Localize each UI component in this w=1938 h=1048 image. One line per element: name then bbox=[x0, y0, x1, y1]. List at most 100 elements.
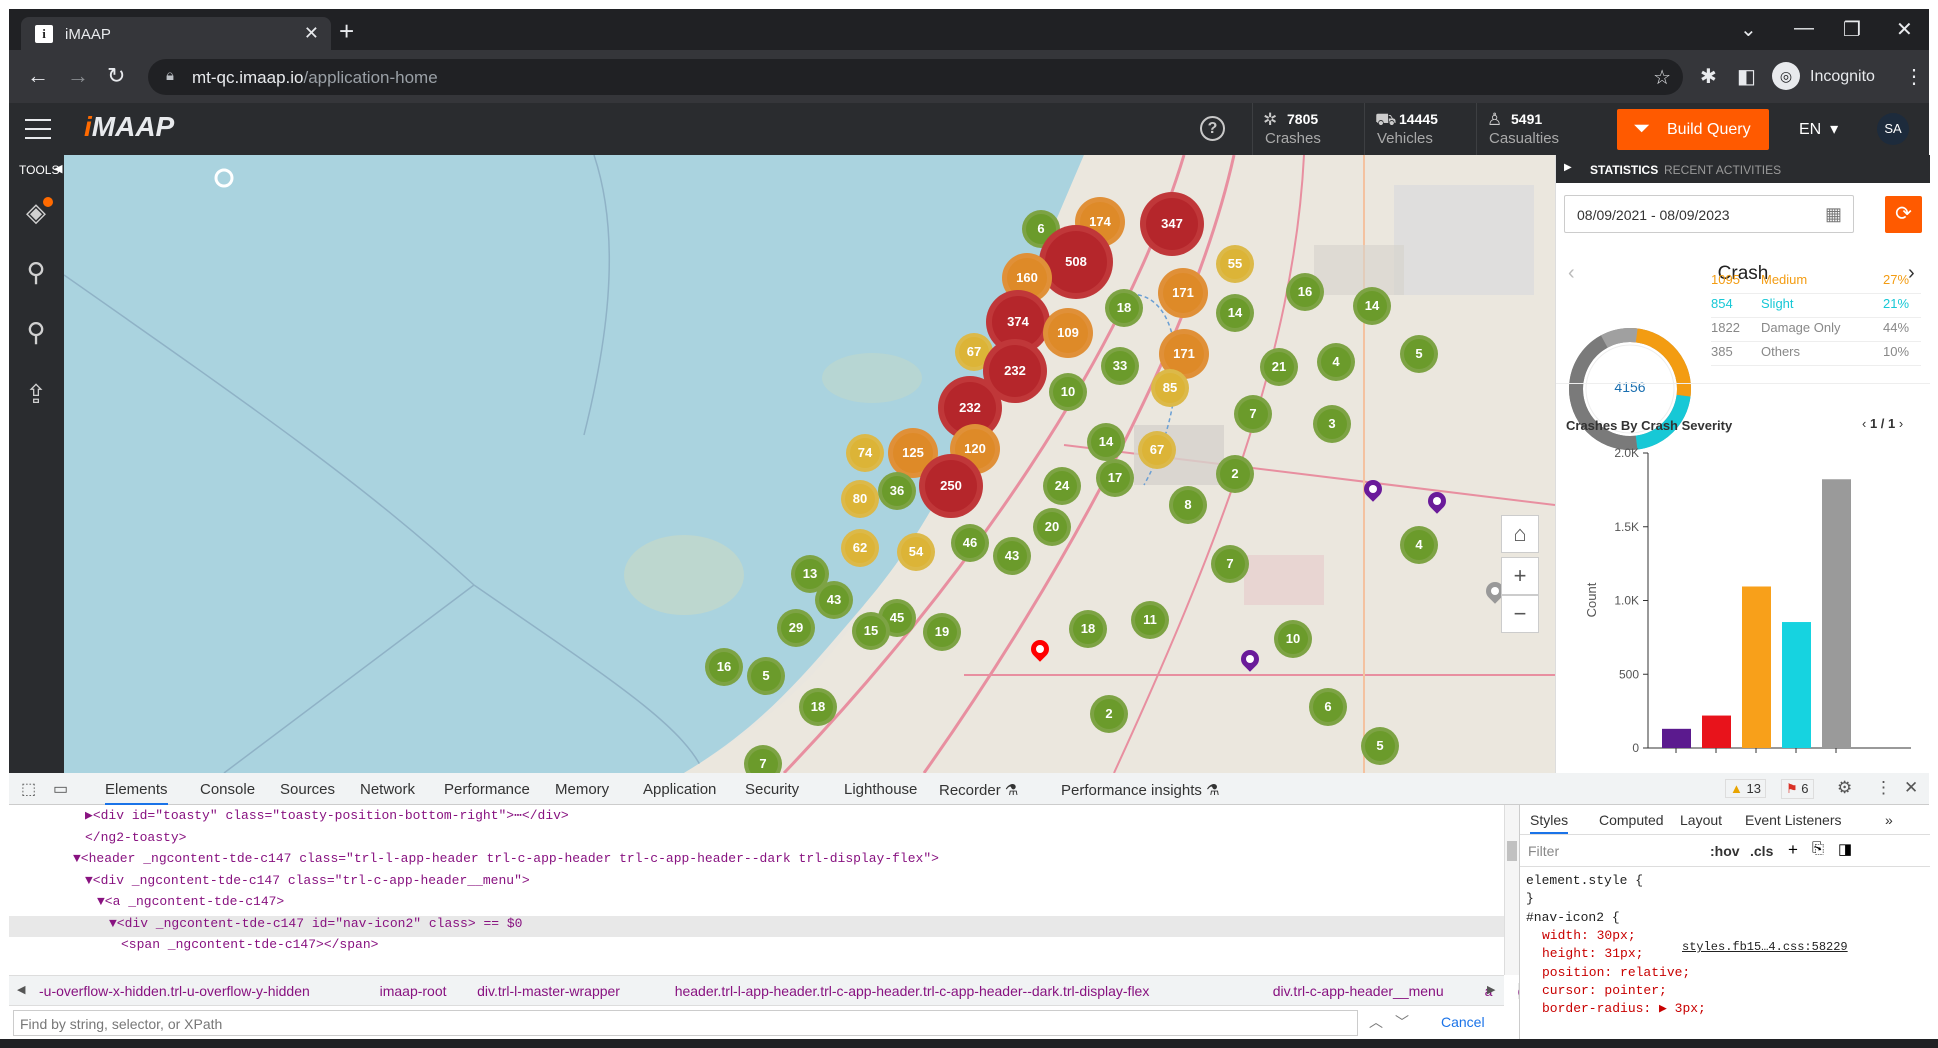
hamburger-menu-icon[interactable] bbox=[25, 119, 51, 139]
dom-node[interactable]: ▼<a _ngcontent-tde-c147> bbox=[9, 894, 1504, 916]
dom-node[interactable]: ▶<div id="toasty" class="toasty-position… bbox=[9, 808, 1504, 830]
build-query-button[interactable]: ⏷ Build Query bbox=[1617, 109, 1769, 150]
styles-tab[interactable]: Layout bbox=[1680, 812, 1722, 828]
hover-toggle[interactable]: :hov bbox=[1710, 843, 1740, 859]
measure-icon[interactable]: ⚲ bbox=[21, 257, 51, 288]
crash-cluster[interactable]: 2 bbox=[1090, 695, 1128, 733]
style-line[interactable]: cursor: pointer; bbox=[1542, 983, 1667, 998]
crash-cluster[interactable]: 14 bbox=[1216, 294, 1254, 332]
find-input[interactable]: Find by string, selector, or XPath bbox=[13, 1010, 1358, 1036]
crash-cluster[interactable]: 6 bbox=[1309, 688, 1347, 726]
restore-button[interactable]: ❐ bbox=[1843, 17, 1861, 42]
crash-cluster[interactable]: 33 bbox=[1101, 347, 1139, 385]
error-counter[interactable]: ⚑ 6 bbox=[1781, 779, 1814, 799]
crash-cluster[interactable]: 21 bbox=[1260, 348, 1298, 386]
reload-button[interactable]: ↻ bbox=[107, 63, 125, 89]
crash-cluster[interactable]: 8 bbox=[1169, 486, 1207, 524]
crash-cluster[interactable]: 3 bbox=[1313, 405, 1351, 443]
crash-cluster[interactable]: 7 bbox=[1211, 545, 1249, 583]
style-line[interactable]: element.style { bbox=[1526, 873, 1643, 888]
breadcrumb-item[interactable]: div.trl-l-master-wrapper bbox=[477, 983, 620, 999]
devtools-tab[interactable]: Performance bbox=[444, 781, 530, 798]
crash-cluster[interactable]: 171 bbox=[1158, 268, 1208, 318]
crash-cluster[interactable]: 18 bbox=[1069, 610, 1107, 648]
crash-cluster[interactable]: 67 bbox=[1138, 431, 1176, 469]
browser-menu-icon[interactable]: ⋮ bbox=[1904, 64, 1924, 89]
minimize-button[interactable]: — bbox=[1794, 17, 1814, 40]
warning-counter[interactable]: ▲ 13 bbox=[1725, 779, 1766, 798]
devtools-tab[interactable]: Network bbox=[360, 781, 415, 798]
export-icon[interactable]: ⇪ bbox=[21, 379, 51, 410]
device-toolbar-icon[interactable]: ▭ bbox=[53, 779, 68, 799]
breadcrumb-item[interactable]: header.trl-l-app-header.trl-c-app-header… bbox=[675, 983, 1150, 999]
help-icon[interactable]: ? bbox=[1200, 116, 1225, 141]
dom-scrollbar[interactable] bbox=[1504, 805, 1519, 975]
date-range-input[interactable]: 08/09/2021 - 08/09/2023 ▦ bbox=[1564, 195, 1854, 233]
crash-cluster[interactable]: 85 bbox=[1151, 369, 1189, 407]
breadcrumb-item[interactable]: div.trl-c-app-header__menu bbox=[1273, 983, 1444, 999]
layers-icon[interactable]: ◈ bbox=[21, 197, 53, 228]
zoom-out-button[interactable]: − bbox=[1501, 595, 1539, 633]
style-source-link[interactable]: styles.fb15…4.css:58229 bbox=[1682, 940, 1848, 954]
dom-tree[interactable]: ▶<div id="toasty" class="toasty-position… bbox=[9, 805, 1504, 974]
crash-cluster[interactable]: 10 bbox=[1274, 620, 1312, 658]
crumbs-left-icon[interactable]: ◀ bbox=[17, 983, 25, 996]
devtools-tab[interactable]: Memory bbox=[555, 781, 609, 798]
inspect-element-icon[interactable]: ⬚ bbox=[21, 779, 36, 799]
crash-map[interactable]: 6 174 347 508 55 160 171 16 14 18 14 374 109 67 171 5 4 2… bbox=[64, 155, 1555, 773]
find-prev-icon[interactable]: ︿ bbox=[1369, 1012, 1383, 1032]
crash-cluster[interactable]: 5 bbox=[1400, 335, 1438, 373]
crash-cluster[interactable]: 20 bbox=[1033, 508, 1071, 546]
crash-cluster[interactable]: 18 bbox=[799, 688, 837, 726]
devtools-tab[interactable]: Sources bbox=[280, 781, 335, 798]
style-line[interactable]: width: 30px; bbox=[1542, 928, 1636, 943]
tools-header[interactable]: TOOLS ◀ bbox=[9, 155, 64, 183]
devtools-tab[interactable]: Security bbox=[745, 781, 799, 798]
find-cancel-button[interactable]: Cancel bbox=[1441, 1014, 1485, 1030]
style-line[interactable]: position: relative; bbox=[1542, 965, 1690, 980]
crash-cluster[interactable]: 4 bbox=[1317, 343, 1355, 381]
crash-cluster[interactable]: 36 bbox=[878, 472, 916, 510]
chart-pager[interactable]: ‹ 1 / 1 › bbox=[1862, 416, 1903, 431]
window-close-button[interactable]: ✕ bbox=[1896, 17, 1913, 42]
new-tab-button[interactable]: + bbox=[339, 18, 354, 44]
extensions-icon[interactable]: ✱ bbox=[1700, 64, 1717, 89]
tab-close-icon[interactable]: ✕ bbox=[304, 23, 319, 44]
crash-cluster[interactable]: 46 bbox=[951, 524, 989, 562]
devtools-tab[interactable]: Performance insights ⚗ bbox=[1061, 781, 1220, 799]
tab-statistics[interactable]: STATISTICS bbox=[1590, 163, 1658, 177]
crash-cluster[interactable]: 43 bbox=[815, 581, 853, 619]
style-line[interactable]: border-radius: ▶ 3px; bbox=[1542, 1001, 1706, 1016]
location-pin-icon[interactable]: ⚲ bbox=[21, 317, 51, 348]
style-line[interactable]: } bbox=[1526, 891, 1534, 906]
dom-node[interactable]: </ng2-toasty> bbox=[9, 830, 1504, 852]
tab-recent-activities[interactable]: RECENT ACTIVITIES bbox=[1664, 163, 1781, 177]
devtools-close-icon[interactable]: ✕ bbox=[1904, 778, 1918, 798]
refresh-button[interactable]: ⟳ bbox=[1885, 196, 1922, 233]
crash-cluster[interactable]: 18 bbox=[1105, 289, 1143, 327]
dom-node[interactable]: <span _ngcontent-tde-c147></span> bbox=[9, 937, 1504, 959]
dom-node[interactable]: ▼<div _ngcontent-tde-c147 id="nav-icon2"… bbox=[9, 915, 1504, 937]
crash-cluster[interactable]: 24 bbox=[1043, 467, 1081, 505]
crash-cluster[interactable]: 17 bbox=[1096, 459, 1134, 497]
address-bar[interactable]: 🔒︎ mt-qc.imaap.io/application-home ☆ bbox=[148, 59, 1683, 95]
crash-cluster[interactable]: 7 bbox=[1234, 395, 1272, 433]
crash-cluster[interactable]: 15 bbox=[852, 612, 890, 650]
crash-cluster[interactable]: 10 bbox=[1049, 373, 1087, 411]
crash-cluster[interactable]: 4 bbox=[1400, 526, 1438, 564]
crash-cluster[interactable]: 29 bbox=[777, 609, 815, 647]
crash-cluster[interactable]: 62 bbox=[841, 529, 879, 567]
devtools-tab[interactable]: Console bbox=[200, 781, 255, 798]
devtools-tab[interactable]: Recorder ⚗ bbox=[939, 781, 1018, 799]
crash-cluster[interactable]: 5 bbox=[747, 657, 785, 695]
devtools-tab[interactable]: Application bbox=[643, 781, 716, 798]
devtools-menu-icon[interactable]: ⋮ bbox=[1875, 778, 1892, 798]
crash-cluster[interactable]: 109 bbox=[1043, 308, 1093, 358]
dom-node[interactable]: ▼<div _ngcontent-tde-c147 class="trl-c-a… bbox=[9, 873, 1504, 895]
styles-tab[interactable]: Event Listeners bbox=[1745, 812, 1842, 828]
crash-cluster[interactable]: 16 bbox=[1286, 273, 1324, 311]
breadcrumb-item[interactable]: -u-overflow-x-hidden.trl-u-overflow-y-hi… bbox=[39, 983, 310, 999]
panel-expand-icon[interactable]: ▶ bbox=[1564, 162, 1572, 173]
styles-tab[interactable]: Computed bbox=[1599, 812, 1664, 828]
styles-tab[interactable]: Styles bbox=[1530, 812, 1569, 834]
